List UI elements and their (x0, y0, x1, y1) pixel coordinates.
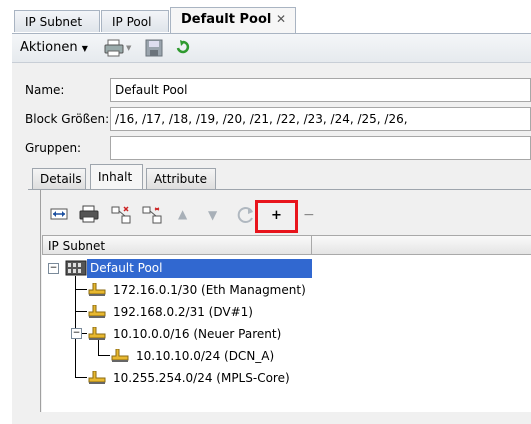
column-header-empty[interactable] (312, 235, 531, 255)
column-header-ip-subnet[interactable]: IP Subnet (42, 235, 312, 255)
block-sizes-field[interactable]: /16, /17, /18, /19, /20, /21, /22, /23, … (110, 107, 531, 131)
tab-label: Details (40, 172, 82, 186)
print-icon[interactable] (79, 205, 99, 223)
subnet-icon (88, 283, 106, 297)
subnet-icon (88, 371, 106, 385)
content-left-border (40, 190, 41, 412)
print-dropdown-icon[interactable]: ▼ (126, 44, 131, 52)
groups-field[interactable] (110, 136, 531, 160)
main-toolbar: Aktionen ▼ ▼ (12, 34, 531, 63)
tab-label: Inhalt (98, 170, 133, 184)
name-field[interactable]: Default Pool (110, 78, 531, 102)
name-label: Name: (25, 83, 65, 97)
dropdown-arrow-icon: ▼ (81, 44, 88, 53)
expand-width-icon[interactable] (50, 207, 68, 221)
tab-inhalt[interactable]: Inhalt (90, 164, 143, 190)
move-down-icon[interactable]: ▼ (208, 208, 217, 222)
tab-ip-pool[interactable]: IP Pool (101, 10, 169, 32)
tab-default-pool[interactable]: Default Pool ✕ (170, 7, 296, 34)
tab-attribute[interactable]: Attribute (146, 168, 216, 189)
actions-menu-label: Aktionen (20, 40, 78, 55)
tree-line (98, 340, 99, 356)
collapse-icon[interactable]: − (71, 328, 82, 339)
close-icon[interactable]: ✕ (276, 12, 286, 26)
save-icon[interactable] (145, 39, 163, 57)
refresh-icon[interactable] (176, 40, 190, 56)
groups-label: Gruppen: (25, 141, 82, 155)
tab-ip-subnet[interactable]: IP Subnet (14, 10, 100, 32)
tree-line (98, 355, 110, 356)
tree-line (75, 289, 87, 290)
tree-item-label[interactable]: 10.255.254.0/24 (MPLS-Core) (113, 371, 290, 385)
actions-menu[interactable]: Aktionen ▼ (20, 40, 88, 55)
subnet-icon (88, 305, 106, 319)
tree-root-label: Default Pool (90, 261, 163, 275)
tree-item-label[interactable]: 10.10.0.0/16 (Neuer Parent) (113, 327, 281, 341)
tree-item-label[interactable]: 10.10.10.0/24 (DCN_A) (136, 349, 274, 363)
subnet-icon (111, 349, 129, 363)
tab-details[interactable]: Details (32, 168, 86, 189)
subnet-icon (88, 327, 106, 341)
remove-subnet-icon[interactable] (142, 206, 162, 224)
collapse-icon[interactable]: − (48, 263, 59, 274)
add-icon[interactable]: + (271, 208, 282, 223)
sync-icon[interactable] (236, 205, 256, 225)
tab-label: Attribute (154, 172, 207, 186)
pool-icon (65, 260, 87, 276)
tree-item-label[interactable]: 192.168.0.2/31 (DV#1) (113, 305, 253, 319)
tree-item-label[interactable]: 172.16.0.1/30 (Eth Managment) (113, 283, 306, 297)
tab-label: IP Subnet (25, 15, 83, 29)
tree-line (75, 276, 76, 378)
tab-label: Default Pool (181, 12, 272, 27)
block-sizes-label: Block Größen: (25, 112, 110, 126)
remove-icon[interactable]: − (303, 207, 315, 223)
tab-label: IP Pool (112, 15, 152, 29)
add-subnet-icon[interactable] (111, 206, 131, 224)
tree-line (75, 377, 87, 378)
move-up-icon[interactable]: ▲ (178, 207, 187, 221)
tree-line (75, 311, 87, 312)
print-icon[interactable] (104, 39, 124, 57)
